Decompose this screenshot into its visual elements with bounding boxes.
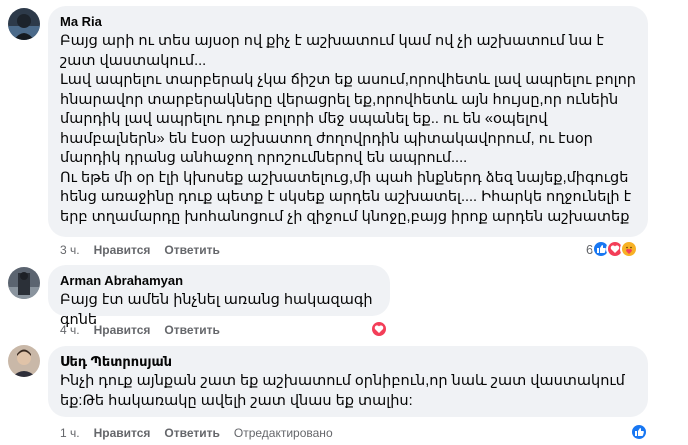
comment-text: Բայց արի ու տես այսօր ով քիչ է աշխատում … <box>60 33 636 225</box>
comment-actions: 4 ч. Нравится Ответить <box>60 322 234 338</box>
comment-bubble: Ma Ria Բայց արի ու տես այսօր ով քիչ է աշ… <box>48 6 648 237</box>
care-icon <box>620 240 639 258</box>
reply-button[interactable]: Ответить <box>164 323 219 337</box>
author-name[interactable]: Սեդ Պետրոսյան <box>60 354 636 370</box>
edited-label[interactable]: Отредактировано <box>234 426 333 440</box>
timestamp[interactable]: 3 ч. <box>60 243 80 257</box>
comment-actions: 1 ч. Нравится Ответить Отредактировано <box>60 425 347 441</box>
love-icon <box>370 320 388 338</box>
comment-actions: 3 ч. Нравится Ответить <box>60 242 234 258</box>
avatar[interactable] <box>8 267 40 299</box>
comment-text: Ինչի դուք այնքան շատ եք աշխատում օրնիբու… <box>60 373 625 409</box>
avatar[interactable] <box>8 345 40 377</box>
comment-bubble: Arman Abrahamyan Բայց էտ ամեն ինչնել առա… <box>48 265 390 328</box>
reaction-summary[interactable] <box>630 422 648 442</box>
author-name[interactable]: Ma Ria <box>60 14 636 30</box>
reaction-summary[interactable]: 6 <box>586 239 639 259</box>
timestamp[interactable]: 1 ч. <box>60 426 80 440</box>
author-name[interactable]: Arman Abrahamyan <box>60 273 378 289</box>
like-icon <box>630 423 648 441</box>
reply-button[interactable]: Ответить <box>164 426 219 440</box>
like-button[interactable]: Нравится <box>94 243 151 257</box>
like-button[interactable]: Нравится <box>94 426 151 440</box>
like-button[interactable]: Нравится <box>94 323 151 337</box>
reaction-summary[interactable] <box>370 319 388 339</box>
reply-button[interactable]: Ответить <box>164 243 219 257</box>
timestamp[interactable]: 4 ч. <box>60 323 80 337</box>
comment-bubble: Սեդ Պետրոսյան Ինչի դուք այնքան շատ եք աշ… <box>48 346 648 417</box>
avatar[interactable] <box>8 8 40 40</box>
